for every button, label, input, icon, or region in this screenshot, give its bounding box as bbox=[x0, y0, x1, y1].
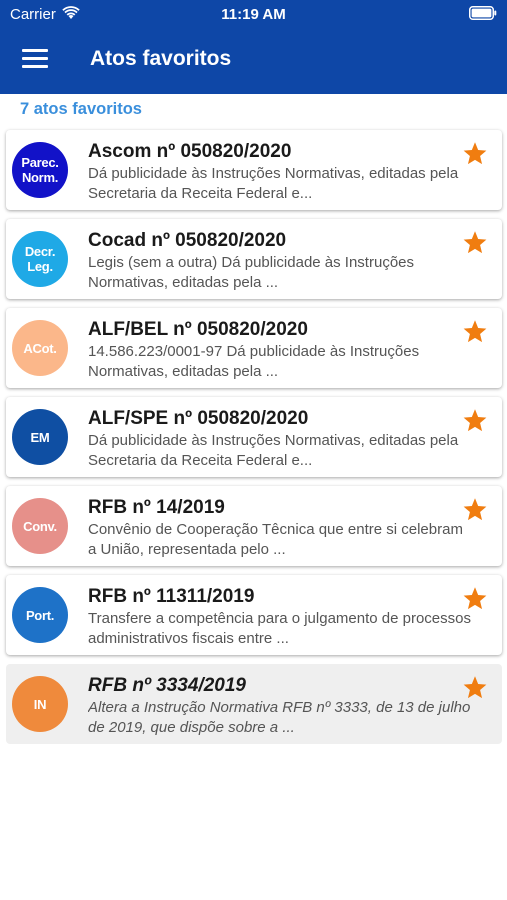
item-title: RFB nº 3334/2019 bbox=[88, 675, 246, 696]
item-title: RFB nº 11311/2019 bbox=[88, 586, 255, 607]
list-item[interactable]: Parec. Norm. Ascom nº 050820/2020 Dá publi… bbox=[6, 130, 502, 210]
favorite-star-icon[interactable] bbox=[462, 408, 488, 434]
document-type-badge: IN bbox=[12, 676, 68, 732]
favorites-list: Parec. Norm. Ascom nº 050820/2020 Dá publi… bbox=[6, 130, 502, 753]
favorite-star-icon[interactable] bbox=[462, 675, 488, 701]
item-description: Dá publicidade às Instruções Normativas,… bbox=[88, 432, 459, 469]
app-header: Carrier 11:19 AM Atos favoritos bbox=[0, 0, 507, 94]
document-type-badge: Decr. Leg. bbox=[12, 231, 68, 287]
favorite-star-icon[interactable] bbox=[462, 497, 488, 523]
item-title: RFB nº 14/2019 bbox=[88, 497, 225, 518]
favorite-star-icon[interactable] bbox=[462, 319, 488, 345]
list-item[interactable]: Conv. RFB nº 14/2019 Convênio de Cooperaçã… bbox=[6, 486, 502, 566]
favorite-star-icon[interactable] bbox=[462, 230, 488, 256]
document-type-badge: Parec. Norm. bbox=[12, 142, 68, 198]
document-type-badge: ACot. bbox=[12, 320, 68, 376]
status-bar: Carrier 11:19 AM bbox=[0, 0, 507, 30]
item-title: ALF/SPE nº 050820/2020 bbox=[88, 408, 309, 429]
item-title: ALF/BEL nº 050820/2020 bbox=[88, 319, 308, 340]
hamburger-menu-icon[interactable] bbox=[22, 49, 48, 69]
favorite-star-icon[interactable] bbox=[462, 586, 488, 612]
document-type-badge: Port. bbox=[12, 587, 68, 643]
battery-icon bbox=[469, 6, 497, 20]
favorite-star-icon[interactable] bbox=[462, 141, 488, 167]
item-description: Transfere a competência para o julgament… bbox=[88, 610, 471, 647]
status-time: 11:19 AM bbox=[221, 6, 286, 23]
list-item[interactable]: Decr. Leg. Cocad nº 050820/2020 Legis (sem… bbox=[6, 219, 502, 299]
item-title: Ascom nº 050820/2020 bbox=[88, 141, 292, 162]
list-item[interactable]: Port. RFB nº 11311/2019 Transfere a compet… bbox=[6, 575, 502, 655]
item-description: Convênio de Cooperação Têcnica que entre… bbox=[88, 521, 463, 558]
list-item[interactable]: EM ALF/SPE nº 050820/2020 Dá publicidade à… bbox=[6, 397, 502, 477]
item-description: Legis (sem a outra) Dá publicidade às In… bbox=[88, 254, 415, 291]
favorites-count: 7 atos favoritos bbox=[20, 100, 142, 118]
item-title: Cocad nº 050820/2020 bbox=[88, 230, 287, 251]
document-type-badge: Conv. bbox=[12, 498, 68, 554]
item-description: Dá publicidade às Instruções Normativas,… bbox=[88, 165, 459, 202]
list-item[interactable]: IN RFB nº 3334/2019 Altera a Instrução Nor… bbox=[6, 664, 502, 744]
item-description: 14.586.223/0001-97 Dá publicidade às Ins… bbox=[88, 343, 420, 380]
page-title: Atos favoritos bbox=[90, 47, 232, 70]
item-description: Altera a Instrução Normativa RFB nº 3333… bbox=[88, 699, 471, 736]
document-type-badge: EM bbox=[12, 409, 68, 465]
list-item[interactable]: ACot. ALF/BEL nº 050820/2020 14.586.223/00… bbox=[6, 308, 502, 388]
